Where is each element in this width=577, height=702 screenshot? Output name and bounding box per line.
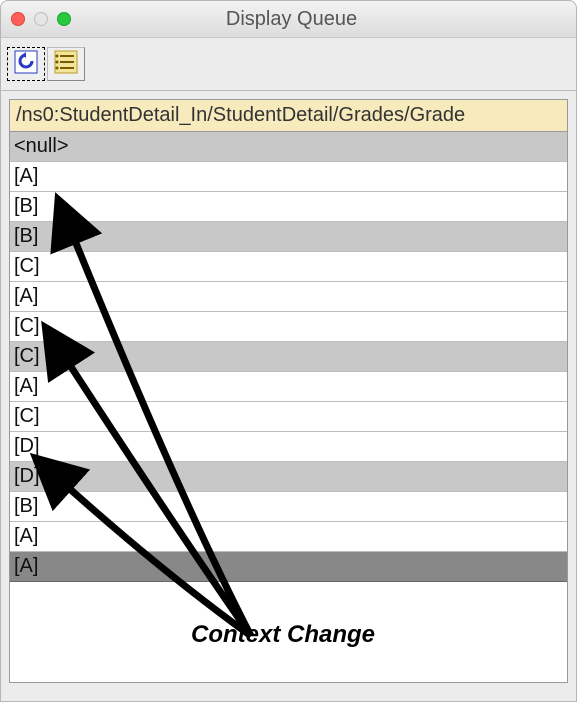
queue-row[interactable]: [A] bbox=[10, 372, 567, 402]
queue-row[interactable]: [C] bbox=[10, 402, 567, 432]
queue-row[interactable]: [A] bbox=[10, 522, 567, 552]
list-button[interactable] bbox=[47, 47, 85, 81]
titlebar: Display Queue bbox=[1, 1, 576, 38]
queue-row[interactable]: <null> bbox=[10, 132, 567, 162]
queue-row[interactable]: [A] bbox=[10, 162, 567, 192]
queue-row[interactable]: [B] bbox=[10, 192, 567, 222]
annotation-label: Context Change bbox=[191, 621, 375, 649]
refresh-button[interactable] bbox=[7, 47, 45, 81]
queue-row[interactable]: [A] bbox=[10, 282, 567, 312]
queue-row[interactable]: [C] bbox=[10, 252, 567, 282]
queue-row[interactable]: [D] bbox=[10, 432, 567, 462]
queue-row[interactable]: [B] bbox=[10, 492, 567, 522]
queue-panel: /ns0:StudentDetail_In/StudentDetail/Grad… bbox=[9, 99, 568, 683]
queue-row[interactable]: [D] bbox=[10, 462, 567, 492]
queue-row[interactable]: [C] bbox=[10, 342, 567, 372]
queue-row[interactable]: [A] bbox=[10, 552, 567, 582]
toolbar bbox=[1, 38, 576, 91]
window: Display Queue bbox=[0, 0, 577, 702]
list-icon bbox=[54, 50, 78, 79]
queue-row[interactable]: [B] bbox=[10, 222, 567, 252]
path-header[interactable]: /ns0:StudentDetail_In/StudentDetail/Grad… bbox=[9, 99, 568, 132]
rows-container: <null>[A][B][B][C][A][C][C][A][C][D][D][… bbox=[9, 132, 568, 582]
queue-row[interactable]: [C] bbox=[10, 312, 567, 342]
refresh-icon bbox=[14, 50, 38, 79]
window-title: Display Queue bbox=[17, 8, 566, 31]
